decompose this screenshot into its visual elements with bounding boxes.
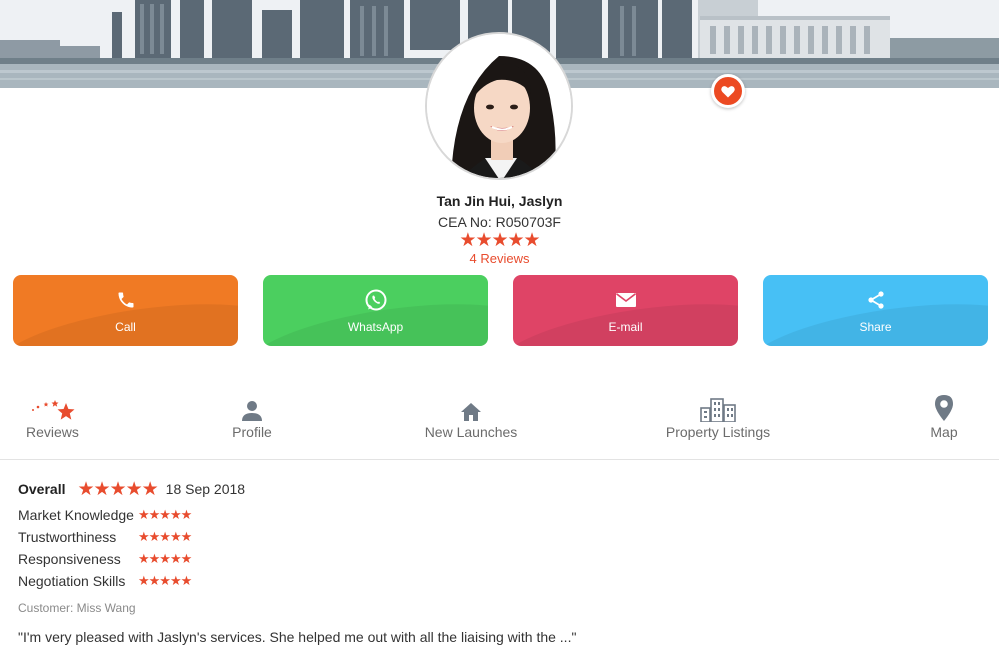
email-button[interactable]: E-mail <box>513 275 738 346</box>
cea-number: CEA No: R050703F <box>438 214 561 230</box>
tab-map-label: Map <box>930 424 958 440</box>
criterion-stars: ★★★★★ <box>138 529 192 544</box>
criterion-row: Market Knowledge ★★★★★ <box>18 504 978 526</box>
review-quote: "I'm very pleased with Jaslyn's services… <box>18 629 577 645</box>
buildings-icon <box>700 398 736 422</box>
tab-reviews[interactable]: Reviews <box>26 392 79 440</box>
heart-icon <box>721 85 735 97</box>
contact-actions: Call WhatsApp E-mail Share <box>13 275 988 346</box>
review-card: Overall ★★★★★ 18 Sep 2018 Market Knowled… <box>18 478 978 646</box>
tab-profile-label: Profile <box>232 424 272 440</box>
tab-property-listings[interactable]: Property Listings <box>660 392 776 440</box>
agent-rating-stars: ★★★★★ <box>459 230 540 251</box>
criteria-list: Market Knowledge ★★★★★ Trustworthiness ★… <box>18 504 978 592</box>
share-button[interactable]: Share <box>763 275 988 346</box>
profile-tabs: Reviews Profile New Launches Property Li… <box>0 392 999 460</box>
share-icon <box>867 290 884 309</box>
criterion-name: Market Knowledge <box>18 507 134 523</box>
reviews-count-link[interactable]: 4 Reviews <box>0 251 999 266</box>
house-icon <box>461 403 481 421</box>
agent-avatar <box>425 32 573 180</box>
review-customer: Customer: Miss Wang <box>18 601 136 615</box>
review-date: 18 Sep 2018 <box>165 481 246 497</box>
criterion-name: Responsiveness <box>18 551 121 567</box>
criterion-name: Trustworthiness <box>18 529 117 545</box>
criterion-stars: ★★★★★ <box>138 551 192 566</box>
whatsapp-icon <box>365 289 386 310</box>
criterion-row: Negotiation Skills ★★★★★ <box>18 570 978 592</box>
tab-new-launches[interactable]: New Launches <box>420 392 522 440</box>
tab-map[interactable]: Map <box>926 392 962 440</box>
criterion-stars: ★★★★★ <box>138 573 192 588</box>
overall-stars: ★★★★★ <box>77 478 158 500</box>
map-pin-icon <box>935 395 953 421</box>
tab-property-listings-label: Property Listings <box>665 424 771 440</box>
phone-icon <box>118 292 133 307</box>
tab-profile[interactable]: Profile <box>222 392 282 440</box>
whatsapp-label: WhatsApp <box>347 319 404 334</box>
share-label: Share <box>859 319 892 334</box>
tab-reviews-label: Reviews <box>26 424 79 440</box>
person-icon <box>242 401 262 421</box>
tab-new-launches-label: New Launches <box>424 424 518 440</box>
whatsapp-button[interactable]: WhatsApp <box>263 275 488 346</box>
agent-name: Tan Jin Hui, Jaslyn <box>436 193 563 209</box>
overall-label: Overall <box>18 481 66 497</box>
mail-icon <box>615 292 636 307</box>
call-label: Call <box>115 319 136 334</box>
criterion-row: Trustworthiness ★★★★★ <box>18 526 978 548</box>
favorite-button[interactable] <box>711 74 745 108</box>
criterion-stars: ★★★★★ <box>138 507 192 522</box>
criterion-row: Responsiveness ★★★★★ <box>18 548 978 570</box>
criterion-name: Negotiation Skills <box>18 573 126 589</box>
email-label: E-mail <box>608 319 643 334</box>
call-button[interactable]: Call <box>13 275 238 346</box>
overall-row: Overall ★★★★★ 18 Sep 2018 <box>18 478 978 500</box>
stars-icon <box>32 400 75 420</box>
